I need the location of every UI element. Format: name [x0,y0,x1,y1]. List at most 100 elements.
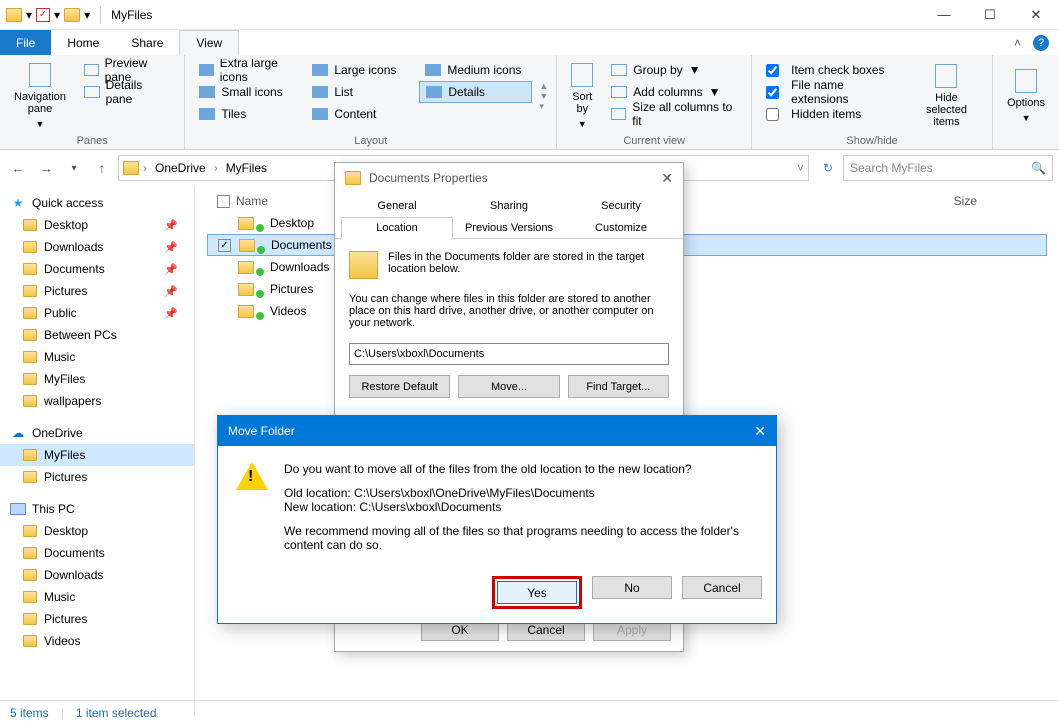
file-menu[interactable]: File [0,30,51,55]
select-all-checkbox[interactable] [217,195,230,208]
move-question-text: Do you want to move all of the files fro… [284,462,758,476]
nav-forward-button[interactable]: → [34,156,58,180]
dialog-folder-icon [345,171,361,185]
layout-small[interactable]: Small icons [193,81,306,103]
menubar: File Home Share View ˄ ? [0,30,1059,55]
nav-item-music[interactable]: Music [0,346,194,368]
maximize-button[interactable]: ☐ [967,0,1013,30]
chevron-right-icon[interactable]: › [143,161,147,175]
nav-item-videos[interactable]: Videos [0,630,194,652]
folder-icon [239,239,255,252]
star-icon: ★ [10,195,26,211]
layout-expand-icon[interactable]: ▾ [539,101,548,112]
sync-status-icon [256,224,264,232]
size-columns-button[interactable]: Size all columns to fit [605,103,743,125]
col-name[interactable]: Name [236,194,268,208]
nav-this-pc[interactable]: This PC [0,498,194,520]
folder-icon [22,239,38,255]
layout-extra-large[interactable]: Extra large icons [193,59,306,81]
nav-item-desktop[interactable]: Desktop📌 [0,214,194,236]
yes-button[interactable]: Yes [497,581,577,604]
props-tab-customize[interactable]: Customize [565,217,677,239]
nav-item-between-pcs[interactable]: Between PCs [0,324,194,346]
nav-item-music[interactable]: Music [0,586,194,608]
nav-item-wallpapers[interactable]: wallpapers [0,390,194,412]
ribbon-collapse-icon[interactable]: ˄ [1014,36,1021,50]
props-tab-security[interactable]: Security [565,195,677,217]
props-tab-sharing[interactable]: Sharing [453,195,565,217]
layout-large[interactable]: Large icons [306,59,419,81]
layout-list[interactable]: List [306,81,419,103]
folder-icon [238,261,254,274]
minimize-button[interactable]: — [921,0,967,30]
move-dialog-title: Move Folder [228,424,295,438]
props-tab-general[interactable]: General [341,195,453,217]
layout-tiles[interactable]: Tiles [193,103,306,125]
move-button[interactable]: Move... [458,375,559,398]
nav-item-downloads[interactable]: Downloads [0,564,194,586]
close-button[interactable]: ✕ [1013,0,1059,30]
nav-onedrive[interactable]: ☁OneDrive [0,422,194,444]
folder-icon [22,305,38,321]
nav-item-public[interactable]: Public📌 [0,302,194,324]
layout-medium[interactable]: Medium icons [419,59,532,81]
layout-details[interactable]: Details [419,81,532,103]
group-by-button[interactable]: Group by ▼ [605,59,743,81]
ribbon-group-panes: Panes [8,133,176,147]
row-checkbox[interactable]: ✓ [218,239,231,252]
find-target-button[interactable]: Find Target... [568,375,669,398]
nav-up-button[interactable]: ↑ [90,156,114,180]
navigation-pane-button[interactable]: Navigation pane▼ [8,59,72,133]
options-button[interactable]: Options▼ [1001,59,1051,133]
app-folder-icon [6,8,22,22]
folder-icon [22,217,38,233]
tab-share[interactable]: Share [115,30,179,55]
chevron-right-icon[interactable]: › [214,161,218,175]
hidden-items-toggle[interactable]: Hidden items [760,103,903,125]
breadcrumb-onedrive[interactable]: OneDrive [151,161,210,175]
layout-content[interactable]: Content [306,103,419,125]
sort-by-button[interactable]: Sort by▼ [565,59,599,133]
nav-item-downloads[interactable]: Downloads📌 [0,236,194,258]
hide-selected-button[interactable]: Hide selected items [909,59,984,133]
folder-icon [238,217,254,230]
navigation-pane: ★Quick access Desktop📌Downloads📌Document… [0,186,195,716]
dialog-close-button[interactable]: ✕ [661,170,673,187]
nav-item-myfiles[interactable]: MyFiles [0,444,194,466]
layout-scroll-down-icon[interactable]: ▼ [539,91,548,101]
nav-item-desktop[interactable]: Desktop [0,520,194,542]
breadcrumb-myfiles[interactable]: MyFiles [222,161,271,175]
move-cancel-button[interactable]: Cancel [682,576,762,599]
move-dialog-close-button[interactable]: ✕ [754,423,766,440]
help-icon[interactable]: ? [1033,35,1049,51]
nav-item-pictures[interactable]: Pictures📌 [0,280,194,302]
folder-icon [22,633,38,649]
nav-item-documents[interactable]: Documents📌 [0,258,194,280]
layout-scroll-up-icon[interactable]: ▲ [539,81,548,91]
nav-item-pictures[interactable]: Pictures [0,466,194,488]
tab-home[interactable]: Home [51,30,115,55]
nav-item-myfiles[interactable]: MyFiles [0,368,194,390]
nav-quick-access[interactable]: ★Quick access [0,192,194,214]
address-dropdown-icon[interactable]: ˅ [797,161,804,175]
col-size[interactable]: Size [954,194,977,208]
search-input[interactable]: Search MyFiles🔍 [843,155,1053,181]
nav-back-button[interactable]: ← [6,156,30,180]
tab-view[interactable]: View [179,30,239,55]
nav-recent-button[interactable]: ▾ [62,156,86,180]
details-pane-button[interactable]: Details pane [78,81,176,103]
no-button[interactable]: No [592,576,672,599]
qat-newfolder-icon[interactable] [64,8,80,22]
props-tab-location[interactable]: Location [341,217,453,239]
file-extensions-toggle[interactable]: File name extensions [760,81,903,103]
restore-default-button[interactable]: Restore Default [349,375,450,398]
nav-item-documents[interactable]: Documents [0,542,194,564]
folder-large-icon [349,251,378,279]
nav-item-pictures[interactable]: Pictures [0,608,194,630]
props-tab-previous-versions[interactable]: Previous Versions [453,217,565,239]
qat-sep-icon: ▾ [26,8,32,22]
location-path-input[interactable] [349,343,669,365]
qat-properties-icon[interactable]: ✓ [36,8,50,22]
refresh-button[interactable]: ↻ [817,157,839,179]
qat-chevron-icon[interactable]: ▾ [84,8,90,22]
